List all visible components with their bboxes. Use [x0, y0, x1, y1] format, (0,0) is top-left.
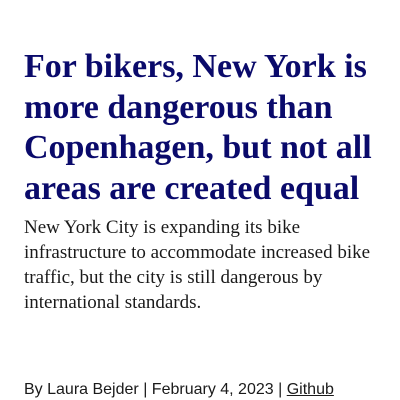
article-headline: For bikers, New York is more dangerous t… [24, 48, 372, 207]
byline: By Laura Bejder | February 4, 2023 | Git… [24, 381, 334, 399]
byline-date: February 4, 2023 [151, 381, 274, 398]
article-dek: New York City is expanding its bike infr… [24, 217, 371, 313]
byline-author: By Laura Bejder [24, 381, 139, 398]
article-page: For bikers, New York is more dangerous t… [0, 0, 400, 400]
byline-separator: | [278, 381, 283, 398]
github-link[interactable]: Github [287, 381, 334, 398]
byline-separator: | [143, 381, 148, 398]
